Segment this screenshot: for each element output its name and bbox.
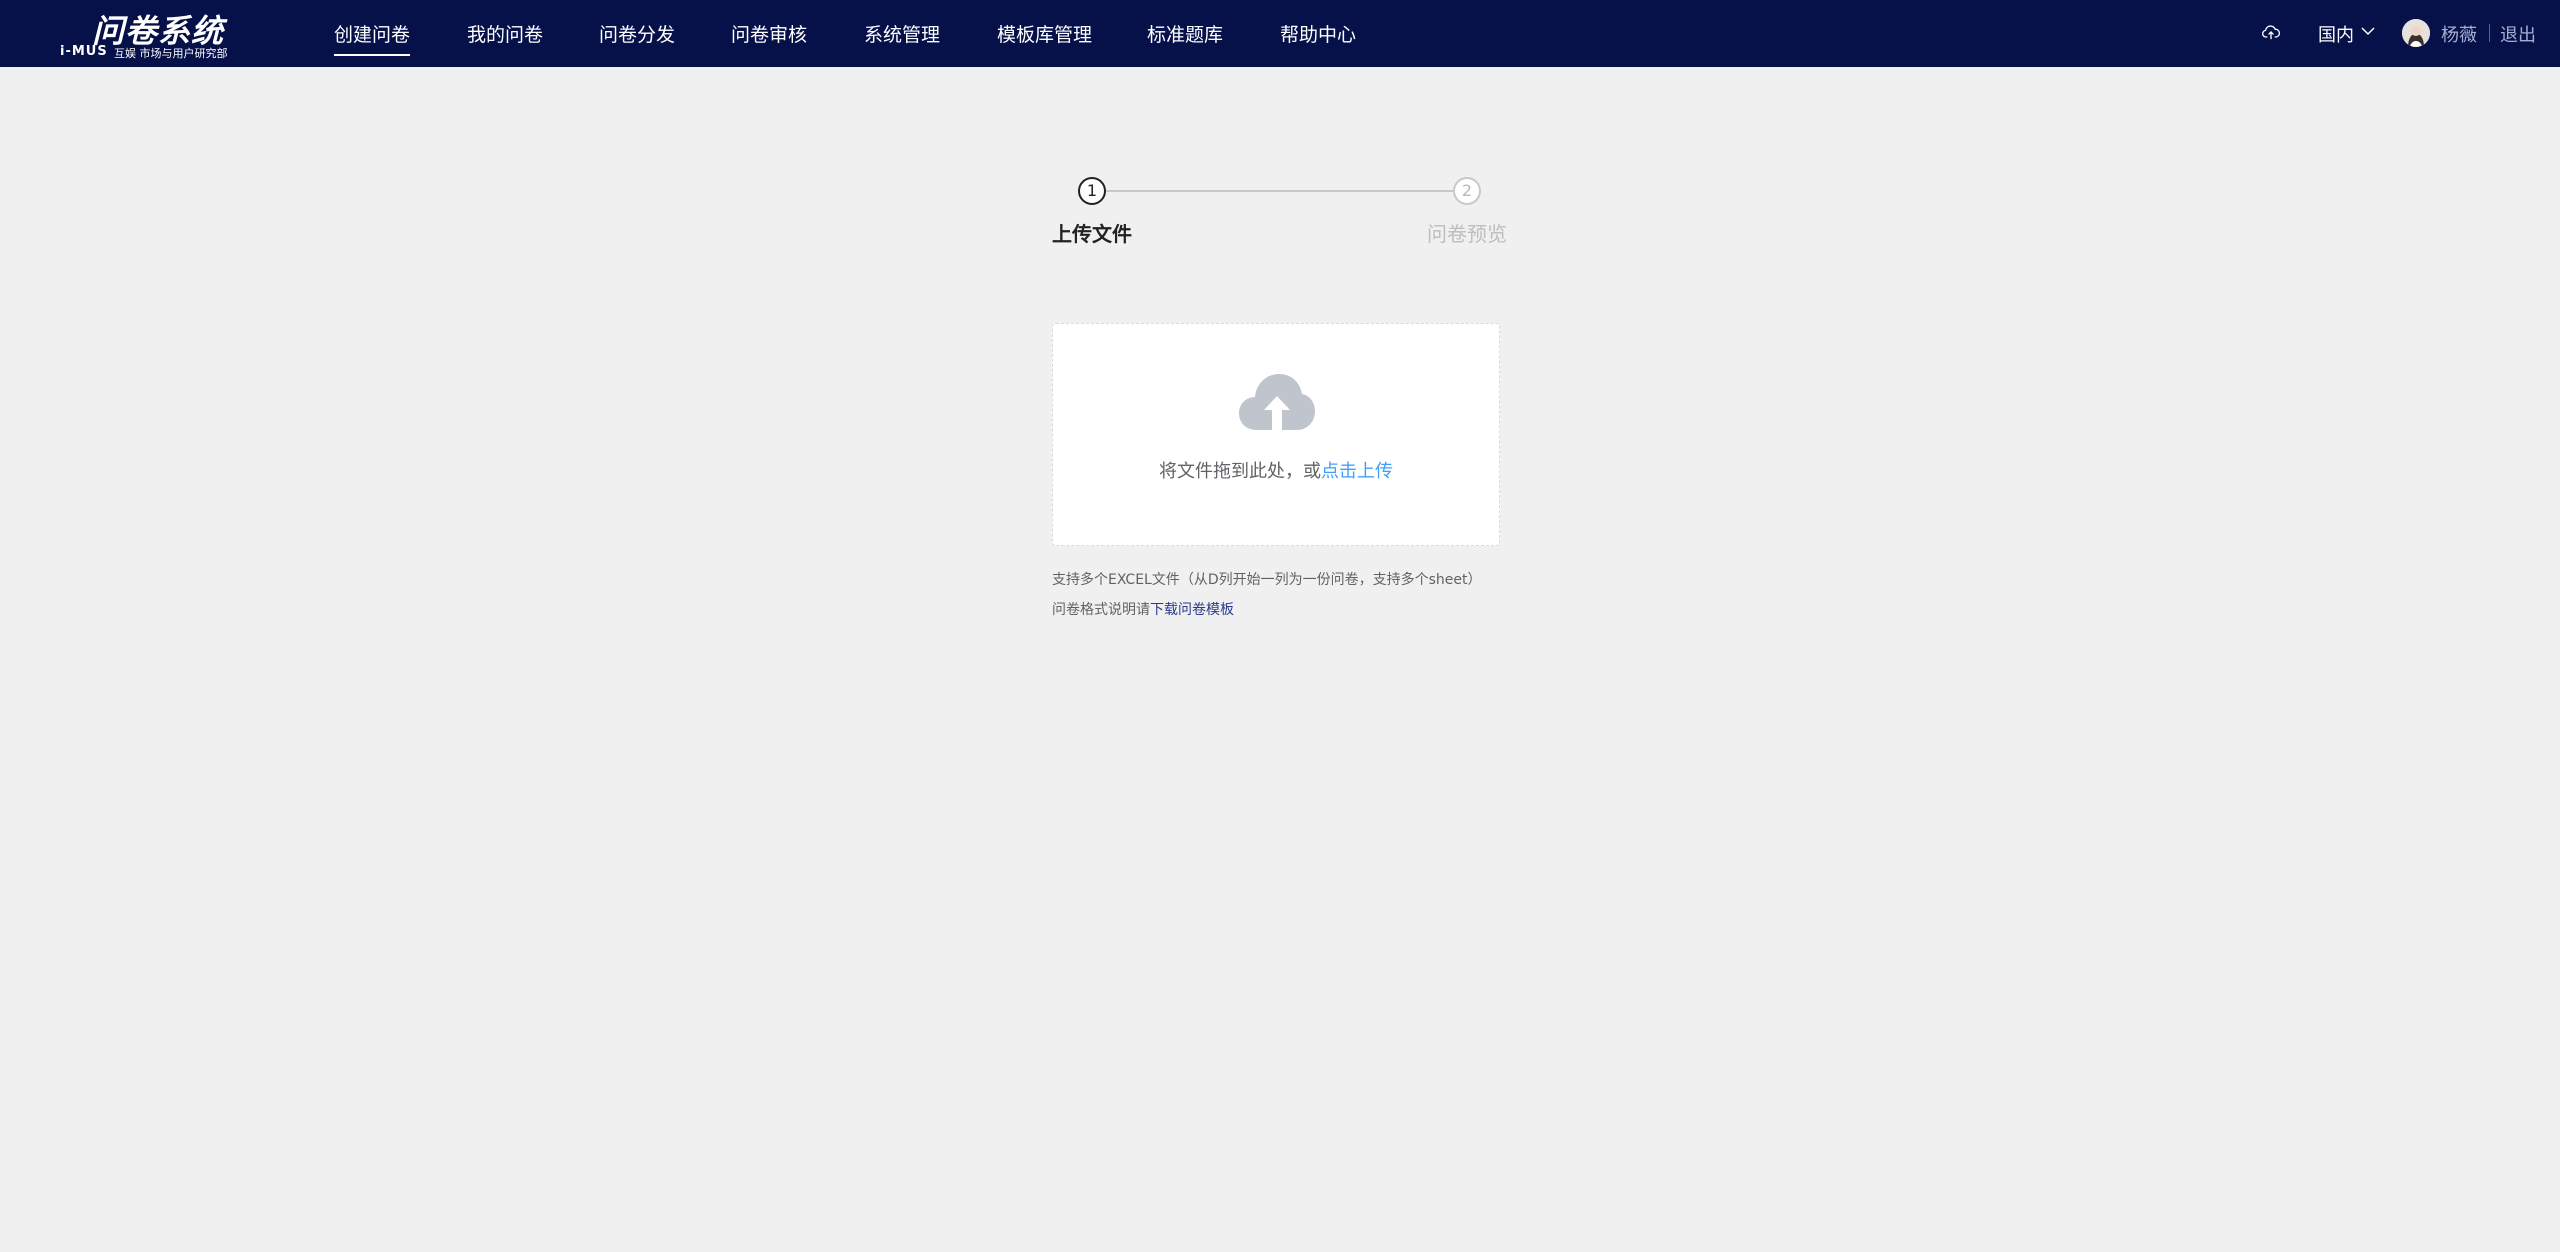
username[interactable]: 杨薇 <box>2441 21 2477 47</box>
cloud-upload-icon[interactable] <box>2261 22 2281 42</box>
nav-item-survey-distribution[interactable]: 问卷分发 <box>599 20 675 47</box>
step-connector-line <box>1106 190 1453 192</box>
logo[interactable]: 问卷系统 i-MUS 互娱 市场与用户研究部 <box>60 6 240 62</box>
logo-brand: i-MUS <box>60 44 108 59</box>
upload-tip-template: 问卷格式说明请下载问卷模板 <box>1052 599 1234 619</box>
region-selector[interactable]: 国内 <box>2318 21 2354 47</box>
logo-subtitle: 互娱 市场与用户研究部 <box>114 47 228 60</box>
step-2-label: 问卷预览 <box>1427 222 1507 246</box>
avatar[interactable] <box>2402 19 2430 47</box>
template-tip-text: 问卷格式说明请 <box>1052 602 1150 618</box>
logout-button[interactable]: 退出 <box>2500 21 2536 47</box>
cloud-upload-icon <box>1239 374 1315 432</box>
nav-item-standard-question-bank[interactable]: 标准题库 <box>1147 20 1223 47</box>
download-template-link[interactable]: 下载问卷模板 <box>1150 602 1234 618</box>
upload-tip-supported-files: 支持多个EXCEL文件（从D列开始一列为一份问卷，支持多个sheet） <box>1052 572 1482 588</box>
upload-hint: 将文件拖到此处，或点击上传 <box>1053 457 1499 483</box>
step-1-circle: 1 <box>1078 177 1106 205</box>
nav-item-help-center[interactable]: 帮助中心 <box>1280 20 1356 47</box>
nav-item-create-survey[interactable]: 创建问卷 <box>334 20 411 56</box>
nav-item-template-library[interactable]: 模板库管理 <box>997 20 1092 47</box>
top-header: 问卷系统 i-MUS 互娱 市场与用户研究部 创建问卷 我的问卷 问卷分发 问卷… <box>0 0 2560 67</box>
nav-item-survey-review[interactable]: 问卷审核 <box>731 20 807 47</box>
click-upload-link[interactable]: 点击上传 <box>1321 461 1393 482</box>
upload-hint-text: 将文件拖到此处，或 <box>1159 461 1321 482</box>
file-upload-dropzone[interactable]: 将文件拖到此处，或点击上传 <box>1052 323 1500 546</box>
chevron-down-icon[interactable] <box>2361 26 2375 36</box>
header-divider <box>2489 24 2490 42</box>
nav-item-system-management[interactable]: 系统管理 <box>864 20 940 47</box>
step-2-circle: 2 <box>1453 177 1481 205</box>
step-1-label: 上传文件 <box>1052 222 1132 246</box>
nav-item-my-surveys[interactable]: 我的问卷 <box>467 20 543 47</box>
